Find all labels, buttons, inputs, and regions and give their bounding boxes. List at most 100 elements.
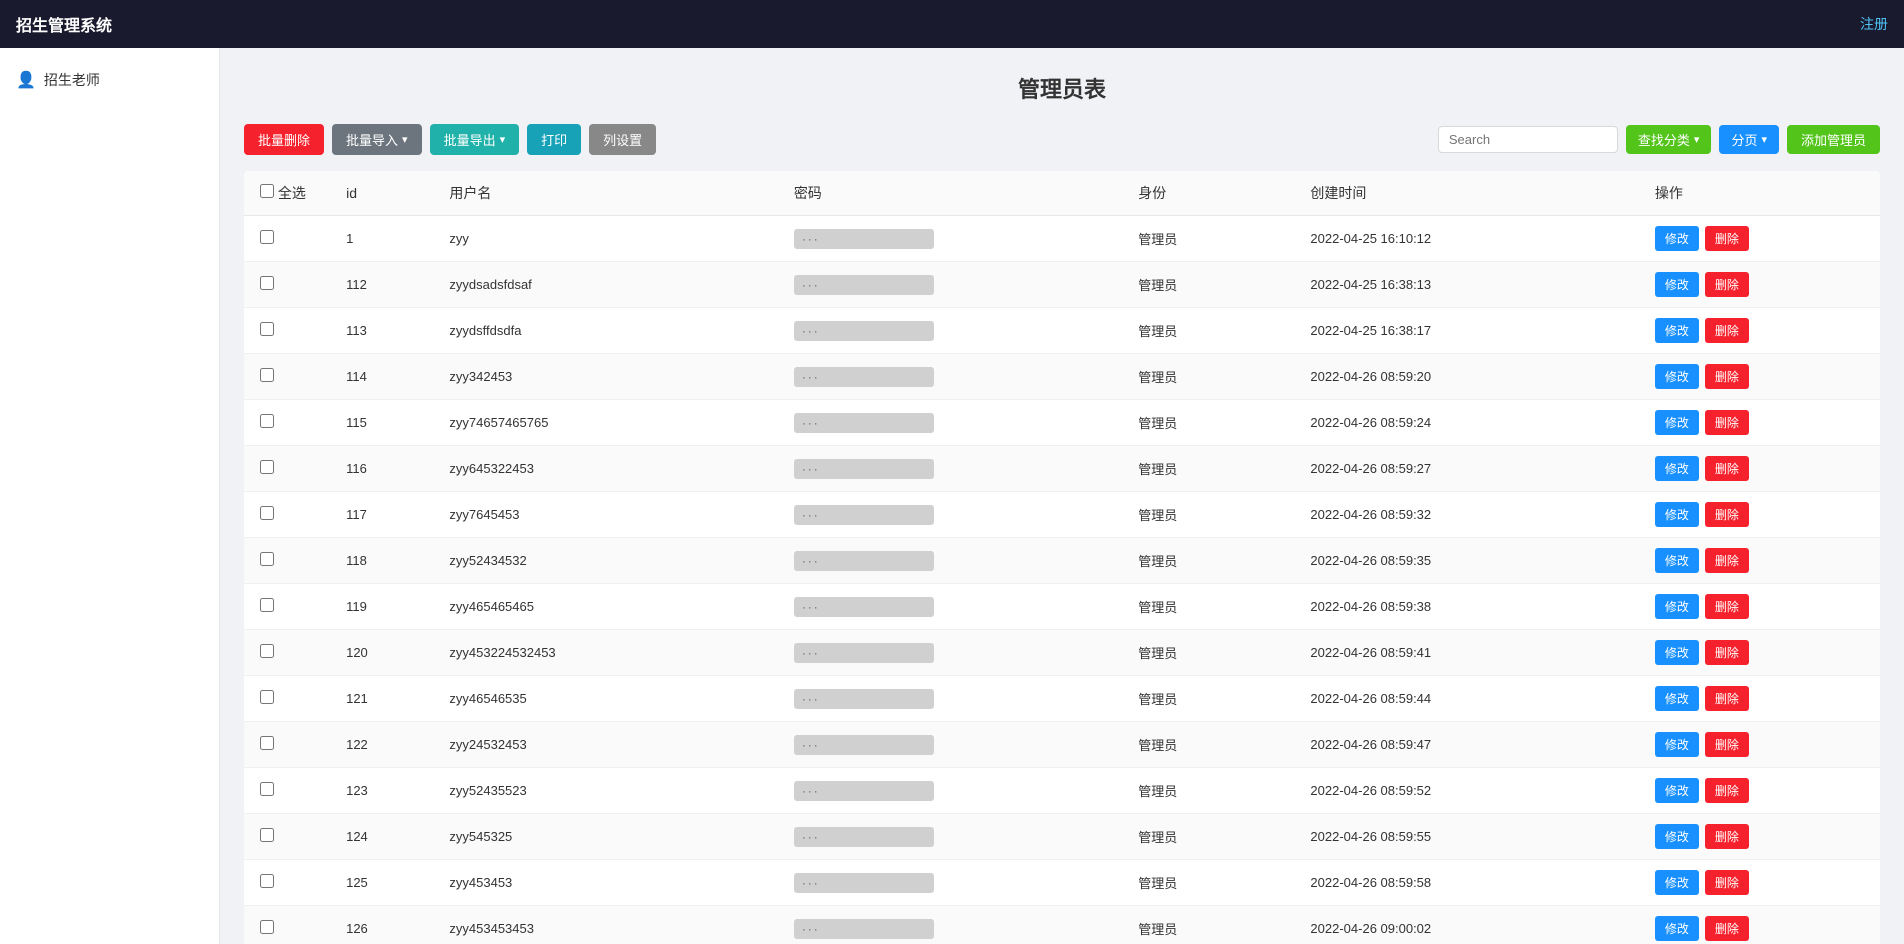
row-checkbox[interactable] [260,506,274,520]
delete-button[interactable]: 删除 [1705,824,1749,849]
delete-button[interactable]: 删除 [1705,732,1749,757]
row-checkbox[interactable] [260,322,274,336]
row-id: 113 [330,308,433,354]
row-select-cell [244,538,330,584]
delete-button[interactable]: 删除 [1705,640,1749,665]
row-checkbox[interactable] [260,276,274,290]
delete-button[interactable]: 删除 [1705,778,1749,803]
row-select-cell [244,354,330,400]
row-created: 2022-04-26 08:59:24 [1294,400,1638,446]
delete-button[interactable]: 删除 [1705,410,1749,435]
row-checkbox[interactable] [260,920,274,934]
batch-import-button[interactable]: 批量导入 [332,124,422,155]
delete-button[interactable]: 删除 [1705,502,1749,527]
login-link[interactable]: 注册 [1860,14,1888,34]
delete-button[interactable]: 删除 [1705,456,1749,481]
delete-button[interactable]: 删除 [1705,686,1749,711]
col-header-action: 操作 [1639,171,1880,216]
row-select-cell [244,584,330,630]
filter-button[interactable]: 查找分类 [1626,125,1712,154]
row-select-cell [244,906,330,944]
row-role: 管理员 [1122,860,1294,906]
search-input[interactable] [1438,126,1618,153]
edit-button[interactable]: 修改 [1655,272,1699,297]
print-button[interactable]: 打印 [527,124,581,155]
edit-button[interactable]: 修改 [1655,686,1699,711]
table-row: 121 zyy46546535 ··· 管理员 2022-04-26 08:59… [244,676,1880,722]
row-checkbox[interactable] [260,644,274,658]
row-id: 124 [330,814,433,860]
edit-button[interactable]: 修改 [1655,824,1699,849]
row-password-cell: ··· [778,446,1122,492]
edit-button[interactable]: 修改 [1655,502,1699,527]
row-checkbox[interactable] [260,460,274,474]
page-button[interactable]: 分页 [1719,125,1779,154]
col-header-id: id [330,171,433,216]
edit-button[interactable]: 修改 [1655,778,1699,803]
batch-export-button[interactable]: 批量导出 [430,124,520,155]
table-header-row: 全选 id 用户名 密码 身份 创建时间 操作 [244,171,1880,216]
row-role: 管理员 [1122,584,1294,630]
delete-button[interactable]: 删除 [1705,226,1749,251]
row-checkbox[interactable] [260,828,274,842]
row-password-cell: ··· [778,308,1122,354]
password-field: ··· [794,367,934,387]
sidebar-item-teacher[interactable]: 👤 招生老师 [0,60,219,100]
edit-button[interactable]: 修改 [1655,318,1699,343]
row-id: 116 [330,446,433,492]
row-role: 管理员 [1122,538,1294,584]
row-checkbox[interactable] [260,552,274,566]
row-actions: 修改 删除 [1639,216,1880,262]
row-checkbox[interactable] [260,414,274,428]
row-id: 118 [330,538,433,584]
edit-button[interactable]: 修改 [1655,640,1699,665]
add-admin-button[interactable]: 添加管理员 [1787,125,1880,154]
delete-button[interactable]: 删除 [1705,318,1749,343]
table-row: 115 zyy74657465765 ··· 管理员 2022-04-26 08… [244,400,1880,446]
row-checkbox[interactable] [260,782,274,796]
delete-button[interactable]: 删除 [1705,548,1749,573]
row-select-cell [244,400,330,446]
row-username: zyy465465465 [433,584,777,630]
row-checkbox[interactable] [260,230,274,244]
app-title: 招生管理系统 [16,12,112,36]
row-select-cell [244,216,330,262]
row-checkbox[interactable] [260,736,274,750]
row-username: zyydsadsfdsaf [433,262,777,308]
row-checkbox[interactable] [260,874,274,888]
row-role: 管理员 [1122,216,1294,262]
delete-button[interactable]: 删除 [1705,870,1749,895]
edit-button[interactable]: 修改 [1655,870,1699,895]
edit-button[interactable]: 修改 [1655,226,1699,251]
row-role: 管理员 [1122,400,1294,446]
select-all-checkbox[interactable] [260,184,274,198]
edit-button[interactable]: 修改 [1655,410,1699,435]
password-field: ··· [794,229,934,249]
row-id: 123 [330,768,433,814]
edit-button[interactable]: 修改 [1655,456,1699,481]
row-password-cell: ··· [778,906,1122,944]
row-checkbox[interactable] [260,368,274,382]
delete-button[interactable]: 删除 [1705,364,1749,389]
row-password-cell: ··· [778,860,1122,906]
edit-button[interactable]: 修改 [1655,732,1699,757]
edit-button[interactable]: 修改 [1655,364,1699,389]
column-settings-button[interactable]: 列设置 [589,124,656,155]
row-checkbox[interactable] [260,690,274,704]
edit-button[interactable]: 修改 [1655,916,1699,941]
table-row: 116 zyy645322453 ··· 管理员 2022-04-26 08:5… [244,446,1880,492]
edit-button[interactable]: 修改 [1655,594,1699,619]
row-created: 2022-04-26 08:59:44 [1294,676,1638,722]
row-checkbox[interactable] [260,598,274,612]
table-row: 112 zyydsadsfdsaf ··· 管理员 2022-04-25 16:… [244,262,1880,308]
edit-button[interactable]: 修改 [1655,548,1699,573]
row-password-cell: ··· [778,216,1122,262]
row-role: 管理员 [1122,262,1294,308]
row-created: 2022-04-25 16:10:12 [1294,216,1638,262]
delete-button[interactable]: 删除 [1705,272,1749,297]
row-select-cell [244,814,330,860]
batch-delete-button[interactable]: 批量删除 [244,124,324,155]
delete-button[interactable]: 删除 [1705,594,1749,619]
delete-button[interactable]: 删除 [1705,916,1749,941]
row-actions: 修改 删除 [1639,354,1880,400]
